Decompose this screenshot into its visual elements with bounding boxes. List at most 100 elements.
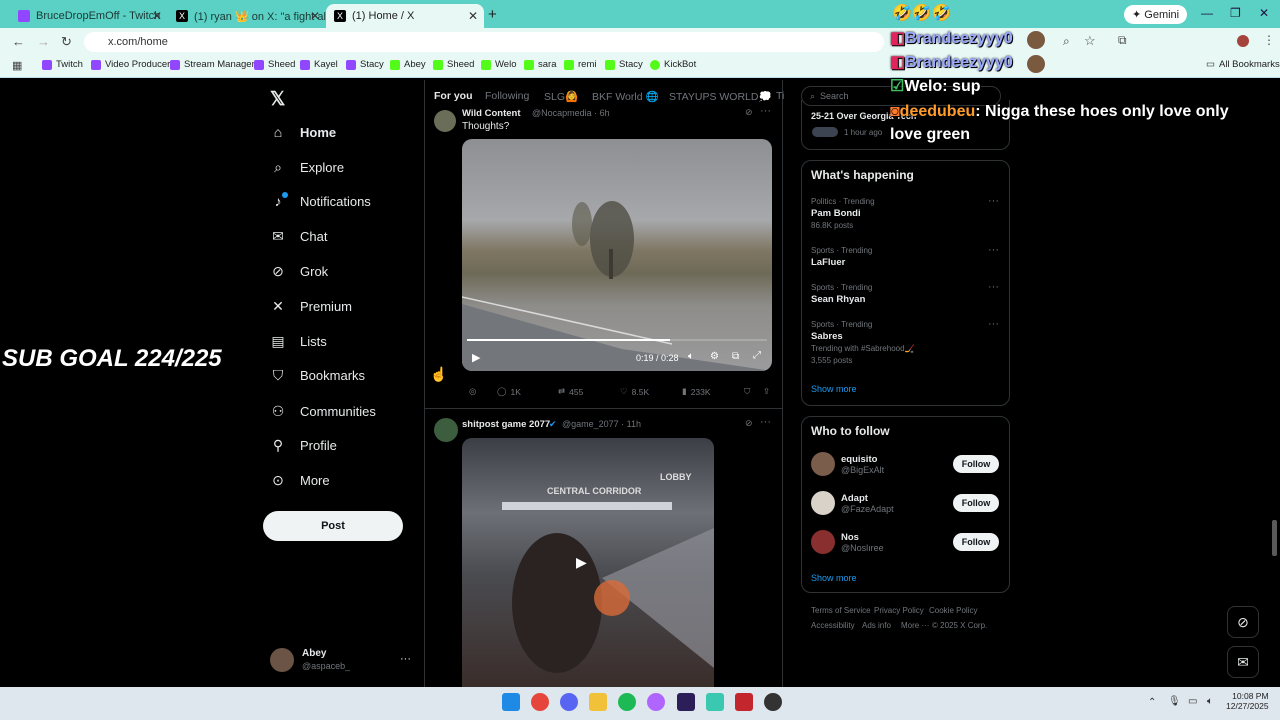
extensions-icon[interactable]: ⧉ [1118,33,1127,48]
trend-item[interactable]: Sports · Trending Sean Rhyan [811,282,872,306]
follow-suggestion[interactable]: Nos @Noslıree [811,530,884,554]
nav-profile[interactable]: ⚲ Profile [270,437,337,453]
show-more-link[interactable]: Show more [811,573,857,583]
bookmark-icon[interactable]: ⛉ [744,386,750,397]
chevron-up-icon[interactable]: ⌃ [1148,697,1156,708]
maximize-icon[interactable]: ❐ [1230,6,1241,20]
spotify-icon[interactable] [618,693,636,711]
follow-suggestion[interactable]: equisito @BigExAlt [811,452,884,476]
nav-home[interactable]: ⌂ Home [270,124,336,140]
close-window-icon[interactable]: ✕ [1259,6,1269,20]
reply-button[interactable]: ◯ 1K [497,386,521,397]
reload-icon[interactable]: ↻ [61,34,72,50]
pip-icon[interactable]: ⧉ [732,351,739,362]
bookmark-item[interactable]: KickBot [650,59,696,70]
tab-following[interactable]: Following [485,90,529,102]
play-icon[interactable]: ▶ [576,554,587,571]
repost-button[interactable]: ⇄ 455 [558,386,583,397]
bookmark-item[interactable]: remi [564,59,596,70]
tab-x-home[interactable]: X (1) Home / X ✕ [326,4,484,28]
footer-link[interactable]: Cookie Policy [929,606,977,615]
settings-icon[interactable]: ⚙ [710,351,719,362]
nav-premium[interactable]: ✕ Premium [270,298,352,314]
trend-item[interactable]: Politics · Trending Pam Bondi 86.8K posts [811,196,875,232]
grok-analyze-icon[interactable]: ◎ [469,386,476,397]
clock[interactable]: 10:08 PM 12/27/2025 [1226,691,1269,711]
zoom-icon[interactable]: ⌕ [1063,34,1070,49]
tab-twitch[interactable]: BruceDropEmOff - Twitch ✕ [10,4,168,28]
copilot-icon[interactable] [647,693,665,711]
messages-float-button[interactable]: ✉ [1227,646,1259,678]
new-tab-button[interactable]: + [488,6,497,23]
show-more-link[interactable]: Show more [811,384,857,394]
star-icon[interactable]: ☆ [1084,33,1096,49]
trend-menu-icon[interactable]: ··· [988,281,999,293]
nav-bookmarks[interactable]: ⛉ Bookmarks [270,367,365,383]
bookmark-item[interactable]: Sheed [254,59,295,70]
nav-grok[interactable]: ⊘ Grok [270,263,328,279]
folder-icon[interactable] [589,693,607,711]
volume-icon[interactable]: 🔈︎ [1207,696,1213,707]
post-button[interactable]: Post [263,511,403,541]
bookmark-item[interactable]: Twitch [42,59,83,70]
display-icon[interactable]: ▭ [1188,696,1197,707]
app-icon[interactable] [706,693,724,711]
bookmark-item[interactable]: Stacy [346,59,384,70]
x-logo-icon[interactable]: 𝕏 [270,88,285,111]
close-icon[interactable]: ✕ [310,9,320,23]
profile-avatar[interactable] [1237,35,1249,47]
follow-button[interactable]: Follow [953,533,999,551]
post-menu-icon[interactable]: ··· [760,105,771,117]
footer-link[interactable]: Privacy Policy [874,606,924,615]
bookmark-item[interactable]: Video Producer [91,59,170,70]
scrollbar[interactable] [1272,520,1277,556]
obs-icon[interactable] [764,693,782,711]
follow-suggestion[interactable]: Adapt @FazeAdapt [811,491,894,515]
bookmark-item[interactable]: Welo [481,59,516,70]
avatar[interactable] [434,110,456,132]
share-icon[interactable]: ⇪ [763,386,770,397]
discord-icon[interactable] [560,693,578,711]
bookmark-item[interactable]: Sheed [433,59,474,70]
nav-lists[interactable]: ▤ Lists [270,333,326,349]
all-bookmarks[interactable]: ▭ All Bookmarks [1206,59,1280,70]
footer-link[interactable]: More ··· [901,621,929,630]
grok-icon[interactable]: ⊘ [745,107,753,118]
footer-link[interactable]: Terms of Service [811,606,871,615]
minimize-icon[interactable]: — [1201,6,1213,20]
bookmark-item[interactable]: Abey [390,59,426,70]
back-icon[interactable]: ← [12,34,25,49]
close-icon[interactable]: ✕ [468,9,478,23]
bookmark-item[interactable]: sara [524,59,556,70]
video-player[interactable]: ▶ 0:19 / 0:28 🔈︎ ⚙ ⧉ ⤢ [462,139,772,371]
post-author[interactable]: shitpost game 2077 [462,419,550,430]
post-menu-icon[interactable]: ··· [760,416,771,428]
footer-link[interactable]: Ads info [862,621,891,630]
tab-more[interactable]: Ti [776,90,784,102]
like-button[interactable]: ♡ 8.5K [620,386,649,397]
bookmark-item[interactable]: Stacy [605,59,643,70]
apps-grid-icon[interactable]: ▦ [12,59,22,72]
mic-icon[interactable]: 🎙︎ [1168,696,1181,707]
bookmark-item[interactable]: Stream Manager [170,59,255,70]
tab-x-post[interactable]: X (1) ryan 👑 on X: "a fight almos ✕ [168,4,326,28]
gemini-button[interactable]: ✦ Gemini [1124,5,1188,24]
voicemod-icon[interactable] [735,693,753,711]
premiere-icon[interactable] [677,693,695,711]
volume-icon[interactable]: 🔈︎ [688,351,694,362]
close-icon[interactable]: ✕ [152,9,162,23]
grok-float-button[interactable]: ⊘ [1227,606,1259,638]
video-player[interactable]: CENTRAL CORRIDOR LOBBY ▶ [462,438,714,687]
trend-menu-icon[interactable]: ··· [988,318,999,330]
post-author[interactable]: Wild Content [462,108,520,119]
footer-link[interactable]: Accessibility [811,621,855,630]
avatar[interactable] [434,418,458,442]
tab-bkf-world[interactable]: BKF World 🌐 [592,90,659,103]
trend-menu-icon[interactable]: ··· [988,195,999,207]
bookmark-item[interactable]: Kayel [300,59,338,70]
post-handle[interactable]: @Nocapmedia · 6h [532,108,610,118]
follow-button[interactable]: Follow [953,494,999,512]
start-icon[interactable] [502,693,520,711]
address-bar[interactable]: x.com/home [84,32,884,52]
nav-explore[interactable]: ⌕ Explore [270,159,344,175]
